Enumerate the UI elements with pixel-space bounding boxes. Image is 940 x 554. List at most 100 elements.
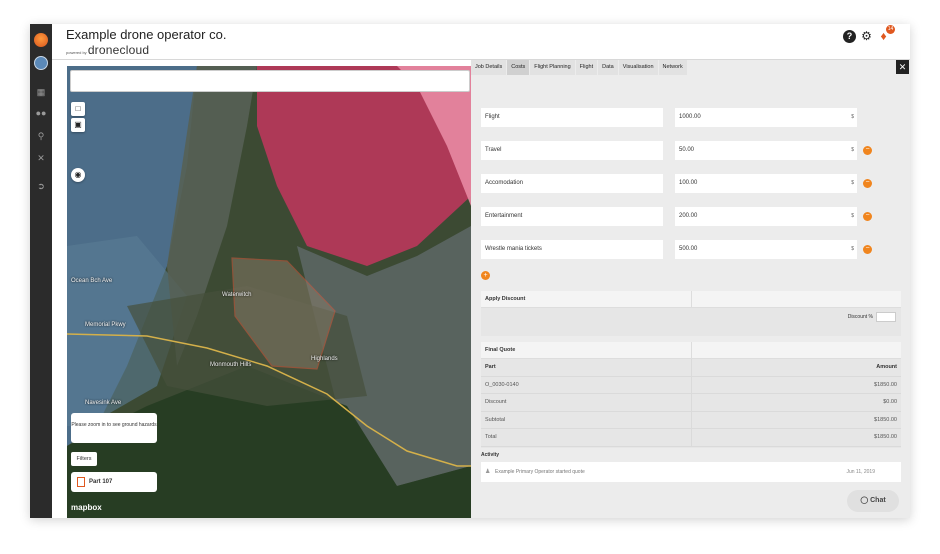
tab-visualisation[interactable]: Visualisation [618, 60, 658, 75]
map-label: Memorial Pkwy [85, 322, 126, 328]
tab-costs[interactable]: Costs [507, 60, 530, 75]
gear-icon[interactable]: ⚙ [860, 30, 873, 43]
users-icon[interactable]: ●● [30, 107, 52, 119]
chat-button[interactable]: ◯ Chat [847, 490, 899, 512]
table-row: Discount $0.00 [481, 394, 901, 412]
close-icon[interactable]: ✕ [896, 60, 909, 74]
activity-date: Jun 11, 2019 [846, 469, 875, 475]
user-icon: ♟ [485, 469, 491, 475]
dronecloud-logo-icon[interactable] [34, 33, 48, 47]
tab-data[interactable]: Data [598, 60, 618, 75]
header-icons: ? ⚙ ♦ 14 [843, 25, 895, 43]
discount-row: Discount % [481, 308, 901, 327]
map-view[interactable]: □ ▣ ◉ Ocean Bch Ave Waterwitch Highlands… [67, 66, 471, 518]
header: Example drone operator co. powered by dr… [52, 24, 910, 60]
company-name: Example drone operator co. [66, 27, 227, 42]
tab-network[interactable]: Network [658, 60, 687, 75]
table-row: O_0030-0140 $1850.00 [481, 376, 901, 395]
app-window: ▦ ●● ⚲ ✕ ➲ Example drone operator co. po… [30, 24, 910, 518]
cost-amount: 50.00 [679, 147, 695, 153]
map-search-input[interactable] [70, 70, 470, 92]
locate-icon[interactable]: ◉ [71, 168, 85, 182]
remove-cost-icon[interactable]: − [863, 146, 872, 155]
map-label: Ocean Bch Ave [71, 278, 113, 284]
cost-row: Flight 1000.00 $ [481, 108, 881, 127]
remove-cost-icon[interactable]: − [863, 245, 872, 254]
currency-symbol: $ [851, 213, 854, 219]
map-imagery [67, 66, 471, 518]
draw-polygon-icon[interactable]: □ [71, 102, 85, 116]
map-label: Waterwitch [222, 292, 252, 298]
logout-icon[interactable]: ➲ [30, 180, 52, 192]
cost-amount: 200.00 [679, 213, 698, 219]
cost-amount-input[interactable]: 1000.00 $ [675, 108, 857, 127]
quote-header-row: Part Amount [481, 359, 901, 377]
help-icon[interactable]: ? [843, 30, 856, 43]
discount-title-text: Apply Discount [485, 296, 526, 302]
quote-amount: $1850.00 [874, 381, 897, 388]
tab-flight-planning[interactable]: Flight Planning [530, 60, 575, 75]
cost-amount-input[interactable]: 50.00 $ [675, 141, 857, 160]
sidebar: ▦ ●● ⚲ ✕ ➲ [30, 24, 52, 518]
activity-title: Activity [481, 452, 500, 458]
final-quote-title: Final Quote [481, 342, 901, 359]
remove-cost-icon[interactable]: − [863, 212, 872, 221]
quote-part: Total [485, 434, 497, 441]
remove-cost-icon[interactable]: − [863, 179, 872, 188]
brand-name: dronecloud [87, 43, 150, 57]
bell-icon[interactable]: ♦ 14 [877, 25, 895, 43]
cost-amount-input[interactable]: 500.00 $ [675, 240, 857, 259]
cost-amount: 1000.00 [679, 114, 701, 120]
checkbox[interactable] [77, 477, 85, 487]
quote-part: Discount [485, 399, 507, 406]
cost-row: Entertainment 200.00 $ − [481, 207, 881, 226]
trash-icon[interactable]: ▣ [71, 118, 85, 132]
cost-name-input[interactable]: Entertainment [481, 207, 663, 226]
quote-amount: $1850.00 [874, 416, 897, 423]
cost-name-input[interactable]: Accomodation [481, 174, 663, 193]
tab-flight[interactable]: Flight [575, 60, 598, 75]
cost-row: Wrestle mania tickets 500.00 $ − [481, 240, 881, 259]
discount-input[interactable] [876, 312, 896, 322]
quote-amount: $0.00 [883, 399, 897, 406]
layer-label: Part 107 [89, 479, 113, 485]
mapbox-attribution: mapbox [71, 503, 102, 512]
notification-badge: 14 [886, 25, 895, 34]
avatar[interactable] [34, 56, 48, 70]
add-cost-icon[interactable]: + [481, 271, 490, 280]
tab-job-details[interactable]: Job Details [471, 60, 507, 75]
zoom-note: Please zoom in to see ground hazards [71, 413, 157, 443]
map-label: Monmouth Hills [210, 362, 252, 368]
cost-row: Travel 50.00 $ − [481, 141, 881, 160]
final-quote-title-text: Final Quote [485, 347, 516, 353]
grid-icon[interactable]: ▦ [30, 86, 52, 98]
cost-row: Accomodation 100.00 $ − [481, 174, 881, 193]
table-row: Subtotal $1850.00 [481, 411, 901, 430]
final-quote-section: Final Quote Part Amount O_0030-0140 $185… [481, 342, 901, 448]
quote-part: O_0030-0140 [485, 381, 519, 388]
cost-amount-input[interactable]: 200.00 $ [675, 207, 857, 226]
discount-label: Discount % [847, 314, 873, 320]
powered-by-label: powered by [66, 50, 87, 55]
cost-name-input[interactable]: Wrestle mania tickets [481, 240, 663, 259]
table-row: Total $1850.00 [481, 429, 901, 447]
map-label: Highlands [311, 356, 338, 362]
col-amount: Amount [876, 364, 897, 370]
quote-amount: $1850.00 [874, 434, 897, 441]
currency-symbol: $ [851, 114, 854, 120]
powered-by: powered by dronecloud [66, 43, 149, 57]
cost-amount-input[interactable]: 100.00 $ [675, 174, 857, 193]
currency-symbol: $ [851, 147, 854, 153]
drone-icon[interactable]: ✕ [30, 152, 52, 164]
col-part: Part [485, 364, 496, 370]
chat-label: Chat [870, 497, 886, 504]
job-panel: Job Details Costs Flight Planning Flight… [471, 60, 910, 518]
layer-toggle-part107[interactable]: Part 107 [71, 472, 157, 492]
chat-icon: ◯ [860, 497, 869, 504]
quote-part: Subtotal [485, 416, 506, 423]
cost-name-input[interactable]: Travel [481, 141, 663, 160]
currency-symbol: $ [851, 180, 854, 186]
location-pin-icon[interactable]: ⚲ [30, 130, 52, 142]
filters-button[interactable]: Filters [71, 452, 97, 466]
cost-name-input[interactable]: Flight [481, 108, 663, 127]
